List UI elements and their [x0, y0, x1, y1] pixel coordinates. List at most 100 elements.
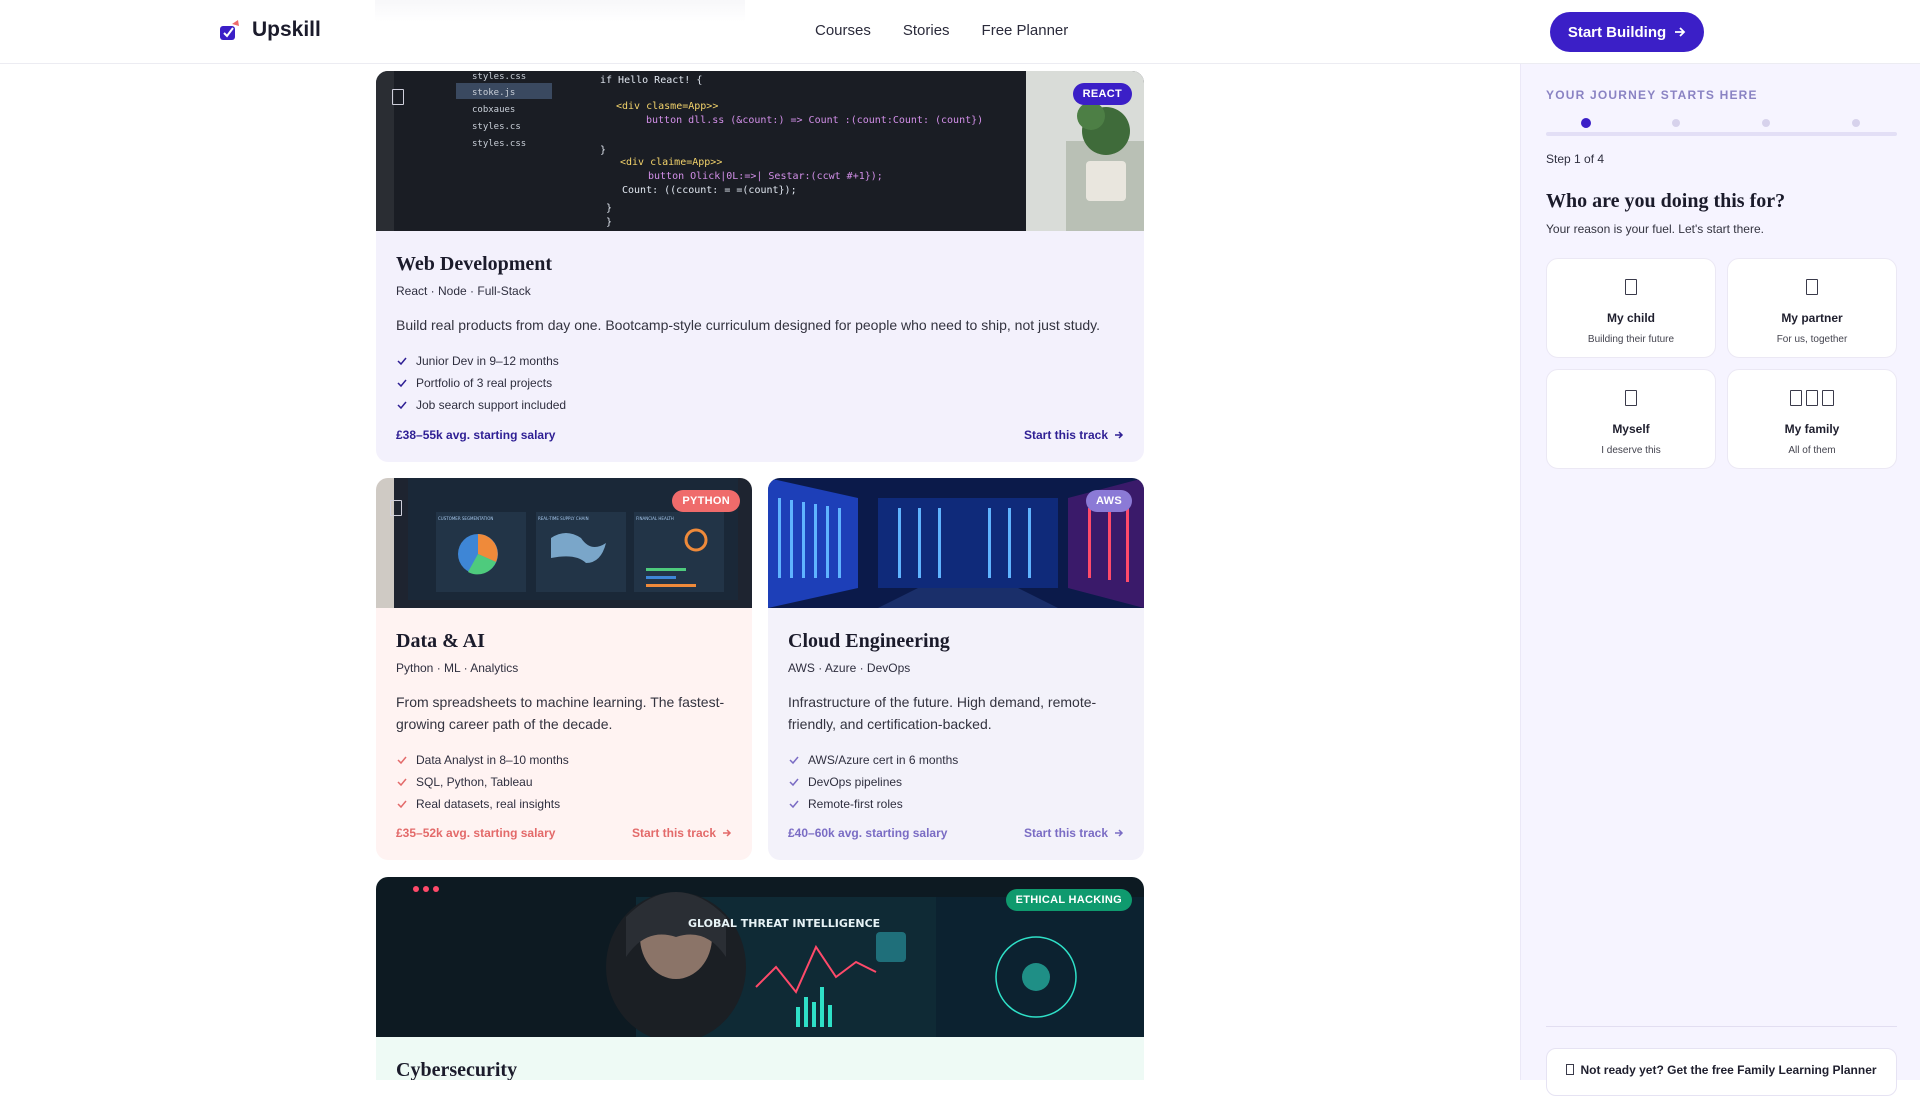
scrolled-content-fade	[375, 0, 745, 22]
feature-text: Portfolio of 3 real projects	[416, 376, 553, 390]
file-tree-item: stoke.js	[472, 88, 515, 98]
file-tree-item: cobxaues	[472, 105, 515, 115]
feature-text: Job search support included	[416, 398, 567, 412]
code-line: button Olick|0L:=>| Sestar:(ccwt #+1});	[648, 171, 883, 182]
track-tags: AWS · Azure · DevOps	[788, 661, 911, 675]
step-progress	[1546, 116, 1897, 138]
track-title: Cybersecurity	[396, 1059, 518, 1080]
track-image-code-editor: styles.css stoke.js cobxaues styles.cs s…	[376, 71, 1144, 231]
track-salary: £35–52k avg. starting salary	[396, 826, 556, 840]
list-item: AWS/Azure cert in 6 months	[788, 749, 1124, 771]
top-header: Upskill Courses Stories Free Planner Sta…	[0, 0, 1920, 64]
option-my-partner[interactable]: My partner For us, together	[1727, 258, 1897, 358]
code-line: button dll.ss (&count:) => Count :(count…	[646, 115, 983, 126]
feature-text: Real datasets, real insights	[416, 797, 561, 811]
start-building-label: Start Building	[1567, 23, 1667, 41]
start-track-link[interactable]: Start this track	[632, 826, 732, 840]
track-card-web-development[interactable]: styles.css stoke.js cobxaues styles.cs s…	[376, 71, 1144, 462]
nav-free-planner[interactable]: Free Planner	[982, 22, 1069, 39]
check-icon	[397, 401, 407, 410]
free-planner-button[interactable]: Not ready yet? Get the free Family Learn…	[1546, 1048, 1897, 1096]
feature-text: Data Analyst in 8–10 months	[416, 753, 569, 767]
option-subtitle: For us, together	[1776, 334, 1848, 345]
list-item: SQL, Python, Tableau	[396, 771, 732, 793]
list-item: Junior Dev in 9–12 months	[396, 350, 1124, 372]
check-icon	[397, 357, 407, 366]
dashboard-panel-title: REAL-TIME SUPPLY CHAIN	[538, 516, 589, 521]
option-subtitle: All of them	[1788, 445, 1836, 456]
partner-icon	[1728, 279, 1896, 295]
track-features: Junior Dev in 9–12 months Portfolio of 3…	[396, 350, 1124, 416]
option-my-child[interactable]: My child Building their future	[1546, 258, 1716, 358]
progress-step-dot-active	[1581, 118, 1591, 128]
feature-text: AWS/Azure cert in 6 months	[808, 753, 959, 767]
bookmark-icon[interactable]	[392, 89, 404, 105]
check-icon	[397, 756, 407, 765]
myself-icon	[1547, 390, 1715, 406]
start-track-link[interactable]: Start this track	[1024, 826, 1124, 840]
track-badge: REACT	[1072, 83, 1132, 105]
list-item: Portfolio of 3 real projects	[396, 372, 1124, 394]
brand-name: Upskill	[252, 18, 321, 41]
feature-text: Remote-first roles	[808, 797, 903, 811]
track-salary: £40–60k avg. starting salary	[788, 826, 948, 840]
child-icon	[1547, 279, 1715, 295]
file-tree-item: styles.cs	[472, 122, 521, 132]
track-salary: £38–55k avg. starting salary	[396, 428, 556, 442]
check-icon	[789, 800, 799, 809]
option-my-family[interactable]: My family All of them	[1727, 369, 1897, 469]
option-subtitle: Building their future	[1587, 334, 1675, 345]
progress-step-dot	[1762, 119, 1770, 127]
list-item: DevOps pipelines	[788, 771, 1124, 793]
code-line: }	[606, 203, 612, 214]
option-subtitle: I deserve this	[1601, 445, 1661, 456]
track-title: Cloud Engineering	[788, 630, 950, 652]
track-description: Infrastructure of the future. High deman…	[788, 694, 1097, 732]
dashboard-panel-title: FINANCIAL HEALTH	[636, 516, 674, 521]
check-icon	[789, 778, 799, 787]
code-line: Count: ((ccount: = =(count});	[622, 185, 797, 196]
arrow-right-icon	[1115, 829, 1124, 837]
feature-text: SQL, Python, Tableau	[416, 775, 533, 789]
code-line: if Hello React! {	[600, 75, 702, 86]
arrow-right-icon	[723, 829, 732, 837]
track-card-cloud-engineering[interactable]: AWS Cloud Engineering AWS · Azure · DevO…	[768, 478, 1144, 860]
start-track-label: Start this track	[1023, 428, 1108, 442]
list-item: Data Analyst in 8–10 months	[396, 749, 732, 771]
nav-courses[interactable]: Courses	[815, 22, 871, 39]
track-image-threat-intelligence: GLOBAL THREAT INTELLIGENCE ETHICAL HACKI…	[376, 877, 1144, 1037]
step-label: Step 1 of 4	[1546, 152, 1605, 166]
family-icon	[1728, 390, 1896, 406]
start-track-link[interactable]: Start this track	[1024, 428, 1124, 442]
bookmark-icon[interactable]	[390, 500, 402, 516]
option-myself[interactable]: Myself I deserve this	[1546, 369, 1716, 469]
track-card-cybersecurity[interactable]: GLOBAL THREAT INTELLIGENCE ETHICAL HACKI…	[376, 877, 1144, 1080]
track-features: Data Analyst in 8–10 months SQL, Python,…	[396, 749, 732, 815]
track-image-server-room: AWS	[768, 478, 1144, 608]
track-features: AWS/Azure cert in 6 months DevOps pipeli…	[788, 749, 1124, 815]
list-item: Real datasets, real insights	[396, 793, 732, 815]
list-item: Remote-first roles	[788, 793, 1124, 815]
threat-panel-title: GLOBAL THREAT INTELLIGENCE	[688, 917, 880, 930]
start-building-button[interactable]: Start Building	[1550, 12, 1704, 52]
option-title: My child	[1606, 311, 1655, 325]
brand-logo[interactable]: Upskill	[218, 18, 321, 42]
track-card-data-ai[interactable]: CUSTOMER SEGMENTATION REAL-TIME SUPPLY C…	[376, 478, 752, 860]
arrow-right-icon	[1675, 27, 1686, 37]
planner-label: Not ready yet? Get the free Family Learn…	[1580, 1063, 1877, 1077]
planner-icon	[1566, 1064, 1575, 1075]
arrow-right-icon	[1115, 431, 1124, 439]
journey-sidebar: YOUR JOURNEY STARTS HERE Step 1 of 4 Who…	[1520, 64, 1920, 1096]
question-title: Who are you doing this for?	[1546, 190, 1786, 212]
track-title: Web Development	[396, 253, 553, 275]
track-description: From spreadsheets to machine learning. T…	[396, 694, 725, 732]
code-line: }	[600, 145, 606, 156]
main-nav: Courses Stories Free Planner	[815, 22, 1068, 39]
progress-step-dot	[1672, 119, 1680, 127]
brand-logo-icon	[218, 18, 242, 42]
nav-stories[interactable]: Stories	[903, 22, 950, 39]
track-tags: Python · ML · Analytics	[396, 661, 519, 675]
dashboard-panel-title: CUSTOMER SEGMENTATION	[438, 516, 493, 521]
file-tree-item: styles.css	[472, 72, 526, 82]
sidebar-kicker: YOUR JOURNEY STARTS HERE	[1546, 88, 1758, 102]
